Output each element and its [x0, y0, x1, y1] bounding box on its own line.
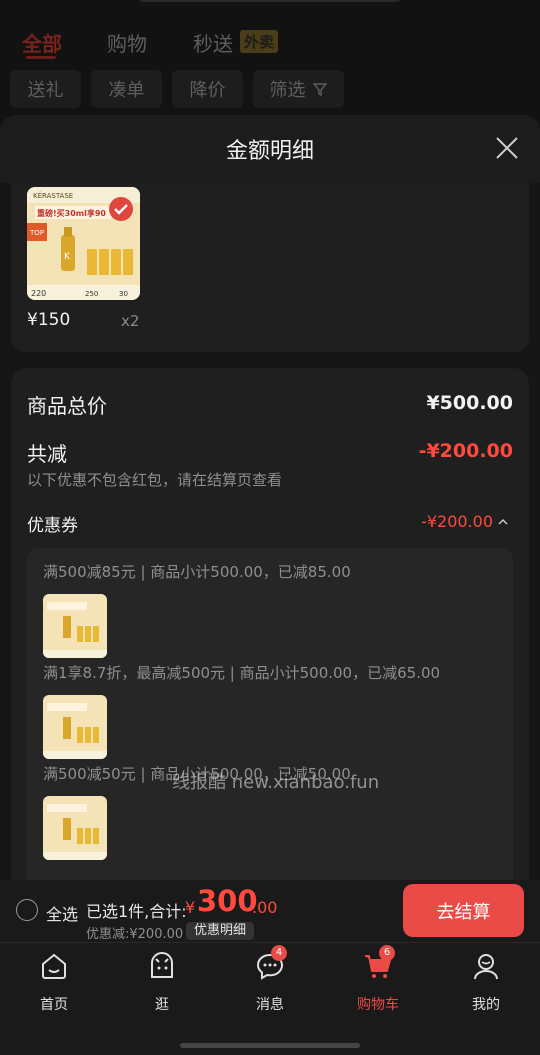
tab-profile[interactable]: 我的 — [451, 951, 521, 1013]
tab-shopping[interactable]: 购物 — [107, 28, 147, 57]
profile-icon — [474, 954, 498, 980]
browse-icon — [151, 952, 173, 978]
total-amount-decimal: .00 — [252, 898, 278, 917]
tab-underline — [26, 56, 56, 59]
product-thumbnail[interactable]: KÉRASTASE 重磅!买30ml享90 K TOP 220 250 30 — [27, 187, 140, 300]
category-tabs: 全部 购物 秒送 外卖 — [0, 20, 540, 66]
filter-combine[interactable]: 凑单 — [91, 70, 162, 108]
coupon-summary[interactable]: -¥200.00 — [421, 512, 509, 531]
thumb-price-3: 30 — [119, 290, 128, 298]
bottom-tab-bar: 首页 逛 4 消息 6 购物车 我的 — [0, 942, 540, 1055]
cart-badge: 6 — [379, 945, 395, 961]
coupon-item-text: 满500减85元 | 商品小计500.00，已减85.00 — [43, 563, 351, 581]
coupon-product-thumb — [43, 695, 107, 759]
sheet-header: 金额明细 — [0, 115, 540, 183]
thumb-promo-text: 重磅!买30ml享90 — [37, 208, 106, 218]
close-icon[interactable] — [494, 135, 520, 161]
filter-combine-label: 凑单 — [108, 80, 145, 101]
filter-screen-label: 筛选 — [269, 80, 306, 101]
coupon-product-thumb — [43, 796, 107, 860]
total-currency: ¥ — [185, 898, 196, 917]
tab-flash-delivery[interactable]: 秒送 — [193, 28, 233, 57]
tab-all[interactable]: 全部 — [22, 28, 62, 57]
tab-profile-label: 我的 — [472, 997, 500, 1013]
filter-gift[interactable]: 送礼 — [10, 70, 81, 108]
tab-cart[interactable]: 6 购物车 — [343, 945, 413, 1013]
total-amount-integer: 300 — [197, 884, 258, 918]
home-icon — [42, 953, 66, 979]
filter-price-drop-label: 降价 — [189, 80, 226, 101]
total-reduce-value: -¥200.00 — [418, 440, 513, 462]
coupon-product-thumb — [43, 594, 107, 658]
thumb-price-2: 250 — [85, 290, 98, 298]
top-drag-pill — [135, 0, 405, 2]
messages-badge: 4 — [271, 945, 287, 961]
select-all-label[interactable]: 全选 — [46, 901, 78, 925]
watermark-text: 线报酷 new.xianbao.fun — [172, 772, 380, 793]
product-card: KÉRASTASE 重磅!买30ml享90 K TOP 220 250 30 ¥… — [11, 165, 529, 352]
tab-browse[interactable]: 逛 — [127, 951, 197, 1013]
filter-screen[interactable]: 筛选 — [253, 70, 344, 108]
coupon-item-text: 满1享8.7折，最高减500元 | 商品小计500.00，已减65.00 — [43, 664, 441, 682]
discount-detail-button[interactable]: 优惠明细 — [186, 922, 255, 940]
filter-price-drop[interactable]: 降价 — [172, 70, 243, 108]
product-price: ¥150 — [27, 310, 71, 330]
select-all-radio[interactable] — [16, 899, 38, 921]
amount-detail-sheet: KÉRASTASE 重磅!买30ml享90 K TOP 220 250 30 ¥… — [0, 115, 540, 880]
thumb-top-badge: TOP — [29, 229, 44, 237]
checkout-button-label: 去结算 — [436, 901, 491, 923]
total-reduce-label: 共减 — [27, 442, 67, 466]
checkout-bar: 全选 已选1件,合计: ¥ 300 .00 优惠减:¥200.00 优惠明细 去… — [0, 880, 540, 942]
filter-row: 送礼 凑单 降价 筛选 — [0, 70, 540, 108]
sheet-title: 金额明细 — [225, 139, 314, 164]
tab-home[interactable]: 首页 — [19, 951, 89, 1013]
product-quantity: x2 — [121, 312, 140, 330]
waimai-badge: 外卖 — [240, 30, 279, 53]
tab-cart-label: 购物车 — [357, 997, 399, 1013]
thumb-brand-text: KÉRASTASE — [33, 191, 73, 200]
cart-screen: 全部 购物 秒送 外卖 送礼 凑单 降价 筛选 KÉRASTASE 重磅!买30… — [0, 0, 540, 1055]
discount-note: 以下优惠不包含红包，请在结算页查看 — [27, 471, 283, 489]
coupon-value: -¥200.00 — [421, 512, 493, 531]
thumb-price-1: 220 — [31, 289, 46, 298]
total-price-label: 商品总价 — [27, 394, 107, 418]
tab-messages[interactable]: 4 消息 — [235, 945, 305, 1013]
selected-summary: 已选1件,合计: — [86, 902, 187, 921]
coupon-list: 满500减85元 | 商品小计500.00，已减85.00 满1享8.7折，最高… — [27, 548, 513, 880]
checkout-button[interactable]: 去结算 — [403, 884, 524, 937]
tab-messages-label: 消息 — [256, 997, 284, 1013]
total-price-value: ¥500.00 — [426, 392, 513, 414]
chevron-up-icon — [498, 518, 508, 524]
home-indicator — [180, 1043, 360, 1048]
tab-browse-label: 逛 — [155, 997, 169, 1013]
discount-summary: 优惠减:¥200.00 — [86, 927, 184, 942]
price-detail-card: 商品总价 ¥500.00 共减 -¥200.00 以下优惠不包含红包，请在结算页… — [11, 368, 529, 880]
filter-gift-label: 送礼 — [27, 80, 64, 101]
funnel-icon — [312, 83, 327, 97]
coupon-label: 优惠券 — [27, 516, 78, 536]
tab-home-label: 首页 — [40, 997, 68, 1013]
